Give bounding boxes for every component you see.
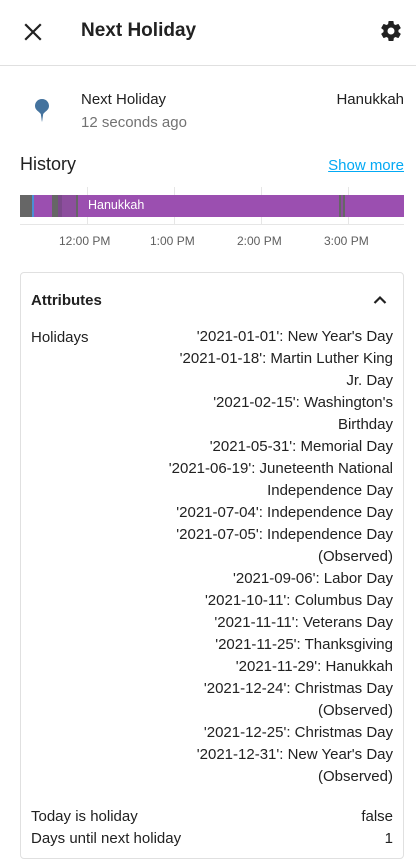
holiday-item: '2021-06-19': Juneteenth National Indepe… — [168, 460, 393, 499]
history-title: History — [20, 154, 77, 174]
days-until-label: Days until next holiday — [31, 830, 182, 847]
holiday-item: '2021-11-11': Veterans Day — [214, 614, 393, 631]
today-is-holiday-value: false — [361, 808, 393, 825]
close-button[interactable] — [18, 17, 48, 47]
timeline-bar-label: Hanukkah — [88, 198, 145, 212]
holiday-item: '2021-10-11': Columbus Day — [204, 592, 393, 609]
holiday-item: '2021-01-01': New Year's Day — [196, 328, 393, 345]
holidays-list: '2021-01-01': New Year's Day '2021-01-18… — [163, 326, 393, 788]
holiday-item: '2021-12-31': New Year's Day (Observed) — [196, 746, 393, 785]
timeline-segment — [20, 195, 32, 217]
holidays-label: Holidays — [31, 329, 89, 346]
holiday-item: '2021-12-25': Christmas Day — [203, 724, 393, 741]
settings-button[interactable] — [376, 16, 406, 46]
holiday-item: '2021-09-06': Labor Day — [233, 570, 393, 587]
holiday-item: '2021-11-29': Hanukkah — [235, 658, 393, 675]
entity-state: Hanukkah — [336, 91, 404, 108]
show-more-link[interactable]: Show more — [328, 157, 404, 174]
holiday-item: '2021-05-31': Memorial Day — [209, 438, 393, 455]
close-icon — [24, 23, 42, 41]
timeline-tick-label: 12:00 PM — [59, 234, 111, 248]
holiday-item: '2021-02-15': Washington's Birthday — [213, 394, 393, 433]
entity-row: Next Holiday 12 seconds ago Hanukkah — [0, 88, 416, 136]
attributes-card: Attributes Holidays '2021-01-01': New Ye… — [20, 272, 404, 859]
holiday-item: '2021-01-18': Martin Luther King Jr. Day — [179, 350, 393, 389]
timeline-segment — [34, 195, 52, 217]
history-timeline-bar[interactable]: Hanukkah — [20, 195, 404, 217]
chevron-up-icon — [373, 295, 387, 304]
holiday-item: '2021-11-25': Thanksgiving — [215, 636, 393, 653]
collapse-button[interactable] — [371, 291, 389, 309]
attributes-title: Attributes — [31, 292, 102, 309]
today-is-holiday-label: Today is holiday — [31, 808, 138, 825]
timeline-segment — [62, 195, 76, 217]
gear-icon — [381, 21, 401, 41]
timeline-tick-label: 1:00 PM — [150, 234, 195, 248]
holiday-item: '2021-12-24': Christmas Day (Observed) — [203, 680, 393, 719]
timeline-axis — [20, 224, 404, 225]
timeline-tick-label: 2:00 PM — [237, 234, 282, 248]
dialog-title: Next Holiday — [81, 20, 197, 41]
holiday-item: '2021-07-05': Independence Day (Observed… — [176, 526, 393, 565]
days-until-value: 1 — [384, 830, 393, 847]
timeline-segment — [343, 195, 345, 217]
holiday-item: '2021-07-04': Independence Day — [176, 504, 393, 521]
dialog-header: Next Holiday — [0, 0, 416, 66]
map-marker-icon — [30, 98, 54, 124]
entity-name: Next Holiday — [81, 91, 167, 108]
entity-last-changed: 12 seconds ago — [81, 114, 187, 131]
timeline-segment — [76, 195, 78, 217]
timeline-tick-label: 3:00 PM — [324, 234, 369, 248]
